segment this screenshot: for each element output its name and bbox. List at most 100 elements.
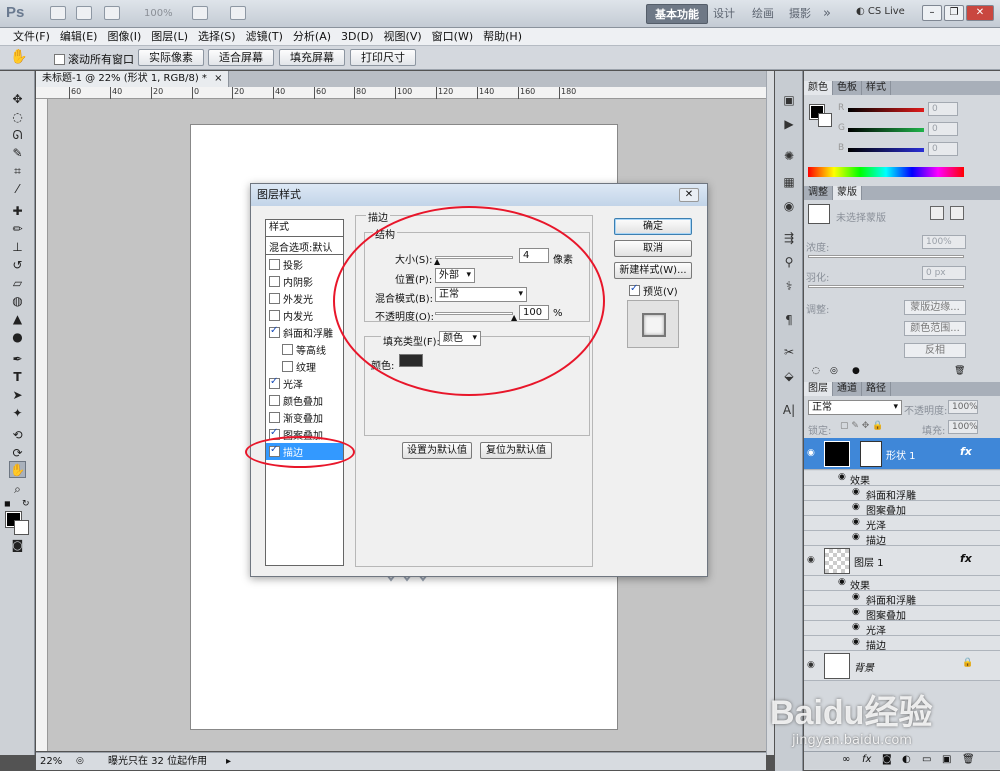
bridge-icon[interactable] bbox=[50, 6, 66, 20]
3d-panel-icon[interactable]: ✺ bbox=[780, 149, 798, 165]
workspace-painting-button[interactable]: 绘画 bbox=[744, 4, 782, 24]
screen-mode-icon[interactable] bbox=[230, 6, 246, 20]
set-default-button[interactable]: 设置为默认值 bbox=[402, 442, 472, 459]
effect-row[interactable]: ◉ 光泽 bbox=[804, 621, 1000, 637]
fit-screen-button[interactable]: 适合屏幕 bbox=[208, 49, 274, 66]
ok-button[interactable]: 确定 bbox=[614, 218, 692, 235]
style-checkbox[interactable] bbox=[269, 427, 280, 440]
style-checkbox[interactable] bbox=[282, 361, 293, 372]
status-zoom[interactable]: 22% bbox=[40, 753, 62, 770]
feather-value[interactable]: 0 px bbox=[922, 266, 966, 280]
menu-edit[interactable]: 编辑(E) bbox=[55, 28, 103, 45]
dodge-tool-icon[interactable]: ● bbox=[9, 329, 26, 346]
quick-mask-icon[interactable]: ◙ bbox=[9, 537, 26, 554]
effect-eye-icon[interactable]: ◉ bbox=[852, 592, 860, 602]
layer-shape-1[interactable]: ◉ 形状 1 fx bbox=[804, 438, 1000, 470]
tools-panel-icon[interactable]: ✂ bbox=[780, 345, 798, 361]
status-menu-arrow-icon[interactable]: ▸ bbox=[226, 753, 231, 770]
background-color-swatch[interactable] bbox=[14, 520, 29, 535]
workspace-photography-button[interactable]: 摄影 bbox=[781, 4, 819, 24]
paint-bucket-tool-icon[interactable]: ◍ bbox=[9, 293, 26, 310]
path-select-tool-icon[interactable]: ➤ bbox=[9, 387, 26, 404]
cs-live-button[interactable]: ◐ CS Live bbox=[856, 6, 905, 17]
pen-tool-icon[interactable]: ✒ bbox=[9, 351, 26, 368]
3d-rotate-tool-icon[interactable]: ⟲ bbox=[9, 427, 26, 444]
channel-b-slider[interactable] bbox=[848, 148, 924, 152]
restore-button[interactable]: ❐ bbox=[944, 5, 964, 21]
opacity-slider[interactable] bbox=[435, 312, 513, 315]
horizontal-ruler[interactable]: 60 40 20 0 20 40 60 80 100 120 140 160 1… bbox=[36, 87, 766, 99]
effect-row[interactable]: ◉ 光泽 bbox=[804, 516, 1000, 532]
style-checkbox[interactable] bbox=[282, 344, 293, 355]
layer-fill-value[interactable]: 100% bbox=[948, 420, 978, 434]
feather-slider[interactable] bbox=[808, 285, 964, 288]
vertical-ruler[interactable] bbox=[36, 99, 48, 751]
blur-tool-icon[interactable]: ▲ bbox=[9, 311, 26, 328]
print-size-button[interactable]: 打印尺寸 bbox=[350, 49, 416, 66]
blend-mode-select[interactable]: 正常 bbox=[808, 400, 902, 415]
menu-select[interactable]: 选择(S) bbox=[193, 28, 241, 45]
effect-row[interactable]: ◉ 斜面和浮雕 bbox=[804, 591, 1000, 607]
3d-camera-tool-icon[interactable]: ⟳ bbox=[9, 445, 26, 462]
menu-help[interactable]: 帮助(H) bbox=[478, 28, 527, 45]
clone-source-panel-icon[interactable]: ⚲ bbox=[780, 255, 798, 271]
style-color-overlay[interactable]: 颜色叠加 bbox=[266, 392, 343, 409]
style-texture[interactable]: 纹理 bbox=[266, 358, 343, 375]
lock-icons[interactable]: ▢ ✎ ✥ 🔒 bbox=[840, 421, 883, 431]
styles-header[interactable]: 样式 bbox=[266, 220, 343, 237]
style-drop-shadow[interactable]: 投影 bbox=[266, 256, 343, 273]
vector-mask-icon[interactable] bbox=[950, 206, 964, 220]
cancel-button[interactable]: 取消 bbox=[614, 240, 692, 257]
brush-tool-icon[interactable]: ✏ bbox=[9, 221, 26, 238]
lasso-tool-icon[interactable]: ᘏ bbox=[9, 127, 26, 144]
mini-bridge-icon[interactable] bbox=[76, 6, 92, 20]
status-info-icon[interactable]: ◎ bbox=[76, 753, 84, 770]
channel-r-slider[interactable] bbox=[848, 108, 924, 112]
opacity-input[interactable]: 100 bbox=[519, 305, 549, 320]
effect-eye-icon[interactable]: ◉ bbox=[838, 472, 846, 482]
menu-3d[interactable]: 3D(D) bbox=[336, 28, 379, 45]
style-bevel-emboss[interactable]: 斜面和浮雕 bbox=[266, 324, 343, 341]
character-panel-icon[interactable]: A| bbox=[780, 403, 798, 419]
marquee-tool-icon[interactable]: ◌ bbox=[9, 109, 26, 126]
channel-g-value[interactable]: 0 bbox=[928, 122, 958, 136]
load-selection-icon[interactable]: ◌ bbox=[812, 366, 820, 376]
style-pattern-overlay[interactable]: 图案叠加 bbox=[266, 426, 343, 443]
document-tab[interactable]: 未标题-1 @ 22% (形状 1, RGB/8) * × bbox=[36, 71, 230, 87]
visibility-eye-icon[interactable]: ◉ bbox=[807, 555, 815, 565]
channel-r-value[interactable]: 0 bbox=[928, 102, 958, 116]
effects-group[interactable]: ◉ 效果 bbox=[804, 576, 1000, 592]
channel-g-slider[interactable] bbox=[848, 128, 924, 132]
density-value[interactable]: 100% bbox=[922, 235, 966, 249]
apply-mask-icon[interactable]: ◎ bbox=[830, 366, 838, 376]
effect-row[interactable]: ◉ 斜面和浮雕 bbox=[804, 486, 1000, 502]
paragraph-panel-icon[interactable]: ¶ bbox=[780, 313, 798, 329]
style-checkbox[interactable] bbox=[269, 395, 280, 406]
visibility-eye-icon[interactable]: ◉ bbox=[807, 448, 815, 458]
effect-eye-icon[interactable]: ◉ bbox=[852, 622, 860, 632]
fill-screen-button[interactable]: 填充屏幕 bbox=[279, 49, 345, 66]
new-style-button[interactable]: 新建样式(W)... bbox=[614, 262, 692, 279]
eraser-tool-icon[interactable]: ▱ bbox=[9, 275, 26, 292]
style-checkbox[interactable] bbox=[269, 444, 280, 457]
tab-layers[interactable]: 图层 bbox=[804, 382, 833, 396]
zoom-level[interactable]: 100% bbox=[144, 8, 173, 19]
size-input[interactable]: 4 bbox=[519, 248, 549, 263]
preview-checkbox[interactable]: 预览(V) bbox=[629, 283, 678, 298]
type-tool-icon[interactable]: T bbox=[9, 369, 26, 386]
close-window-button[interactable]: ✕ bbox=[966, 5, 994, 21]
invert-button[interactable]: 反相 bbox=[904, 343, 966, 358]
healing-brush-tool-icon[interactable]: ✚ bbox=[9, 203, 26, 220]
crop-tool-icon[interactable]: ⌗ bbox=[9, 163, 26, 180]
clone-stamp-tool-icon[interactable]: ⊥ bbox=[9, 239, 26, 256]
density-slider[interactable] bbox=[808, 255, 964, 258]
style-satin[interactable]: 光泽 bbox=[266, 375, 343, 392]
menu-image[interactable]: 图像(I) bbox=[102, 28, 146, 45]
workspace-basic-button[interactable]: 基本功能 bbox=[646, 4, 708, 24]
shape-tool-icon[interactable]: ✦ bbox=[9, 405, 26, 422]
style-checkbox[interactable] bbox=[269, 293, 280, 304]
effect-eye-icon[interactable]: ◉ bbox=[838, 577, 846, 587]
tab-swatches[interactable]: 色板 bbox=[833, 81, 862, 95]
brush-presets-panel-icon[interactable]: ⇶ bbox=[780, 231, 798, 247]
tab-channels[interactable]: 通道 bbox=[833, 382, 862, 396]
